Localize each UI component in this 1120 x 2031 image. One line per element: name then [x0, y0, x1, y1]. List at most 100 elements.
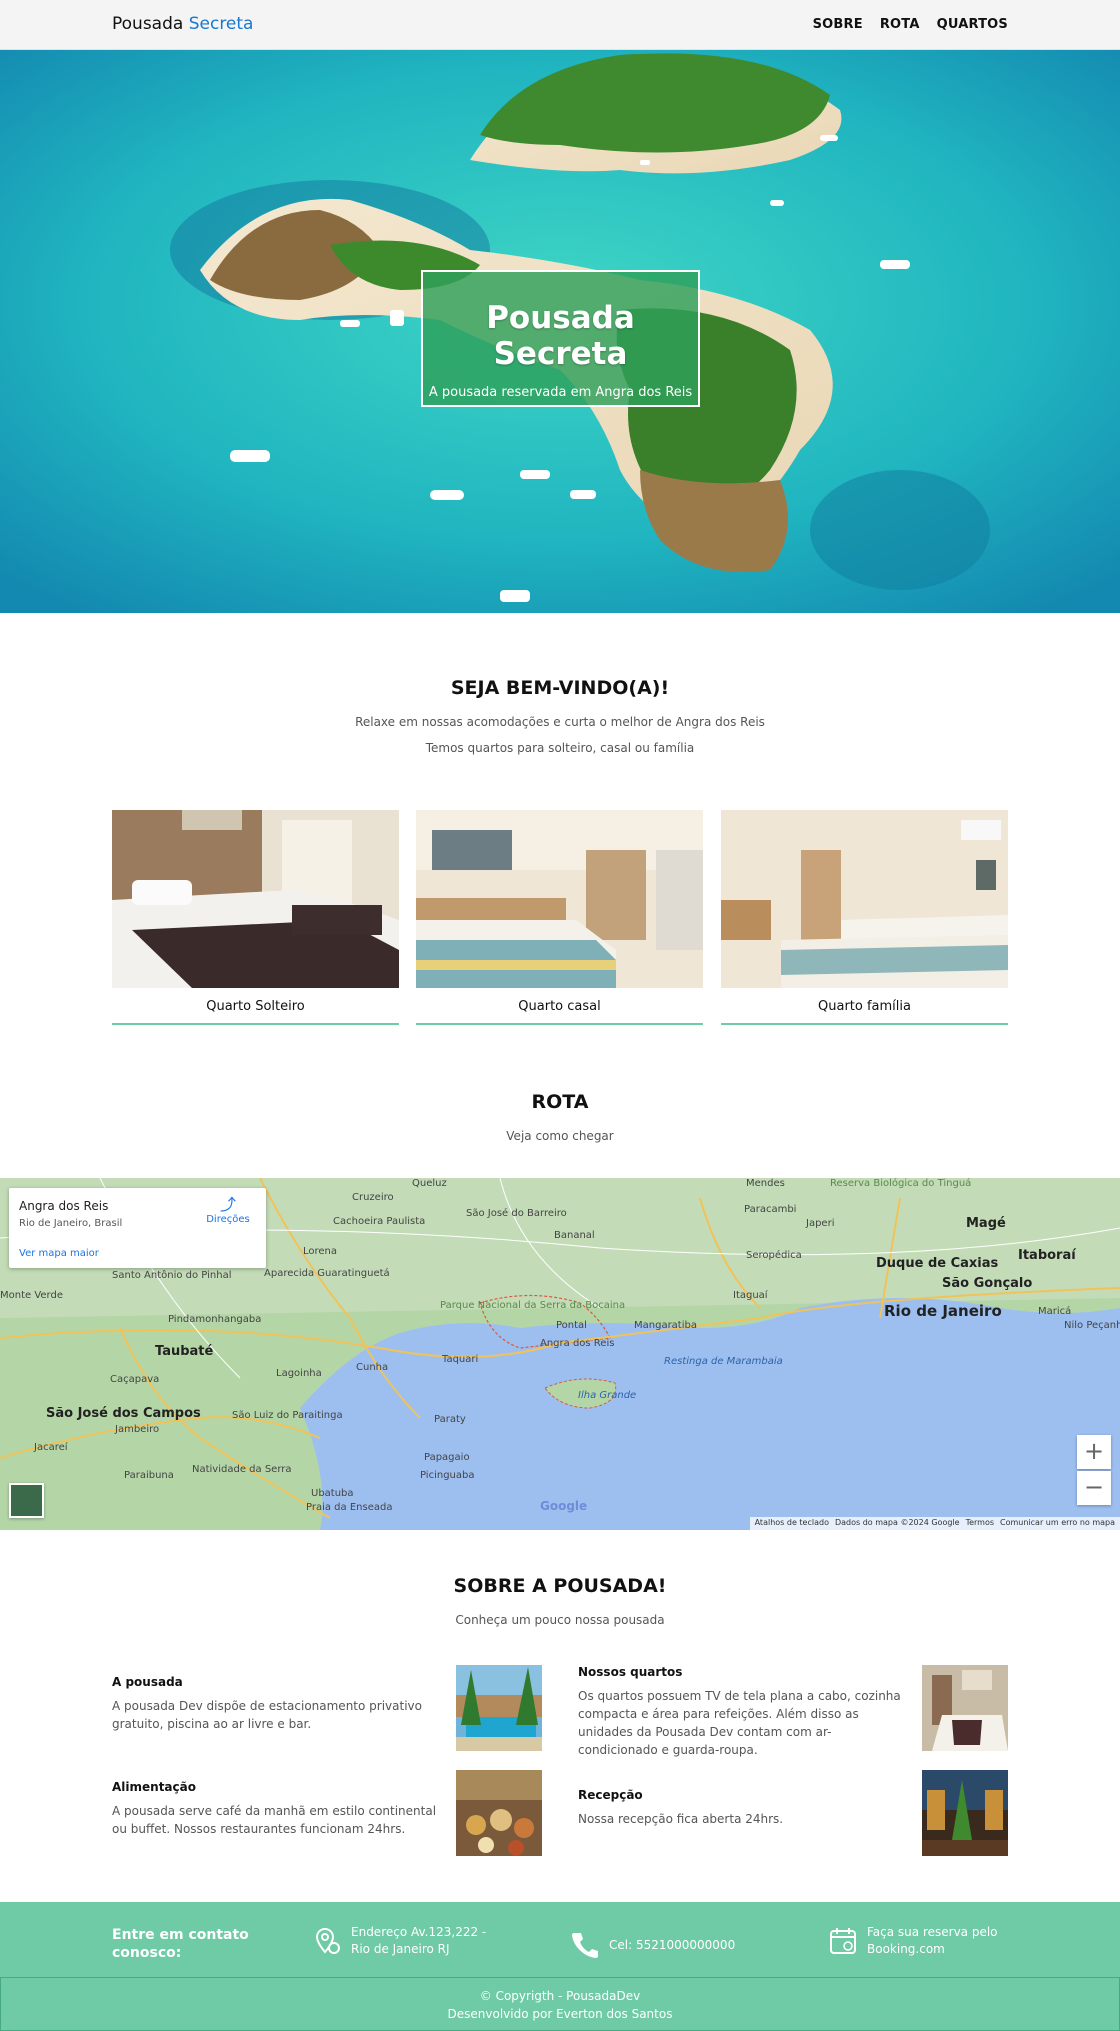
map-label-lagoinha: Lagoinha [276, 1368, 322, 1379]
feature-recepcao: Recepção Nossa recepção fica aberta 24hr… [578, 1770, 1008, 1856]
room-label-casal: Quarto casal [416, 999, 703, 1025]
address-line2: Rio de Janeiro RJ [351, 1942, 450, 1956]
map-label-jacarei: Jacareí [34, 1442, 68, 1453]
map-label-sao-goncalo: São Gonçalo [942, 1276, 1033, 1291]
footer-address: Endereço Av.123,222 - Rio de Janeiro RJ [312, 1924, 486, 1958]
feature-text: Nossa recepção fica aberta 24hrs. [578, 1812, 784, 1826]
room-label-familia: Quarto família [721, 999, 1008, 1025]
map-label-natividade: Natividade da Serra [192, 1464, 292, 1475]
feature-pousada: A pousada A pousada Dev dispõe de estaci… [112, 1665, 542, 1751]
footer-phone: Cel: 5521000000000 [570, 1930, 735, 1960]
map-label-parque: Parque Nacional da Serra da Bocaina [440, 1300, 626, 1311]
map-label-lorena: Lorena [303, 1246, 338, 1257]
directions-icon: ⤴ [219, 1195, 236, 1214]
map-label-ilha-grande: Ilha Grande [578, 1390, 637, 1401]
terms-link[interactable]: Termos [966, 1518, 994, 1529]
map-label-guaratingueta: Aparecida Guaratinguetá [264, 1268, 390, 1279]
feature-photo-pool [456, 1665, 542, 1751]
directions-button[interactable]: ⤴ Direções [206, 1195, 250, 1226]
map-label-sao-luiz: São Luiz do Paraitinga [232, 1410, 343, 1421]
map-label-sao-jose-barreiro: São José do Barreiro [466, 1208, 567, 1219]
room-card-familia[interactable]: Quarto família [721, 810, 1008, 1025]
room-card-solteiro[interactable]: Quarto Solteiro [112, 810, 399, 1025]
feature-text: A pousada serve café da manhã em estilo … [112, 1804, 437, 1836]
map-label-nilo: Nilo Peçanha [1064, 1320, 1120, 1331]
keyboard-shortcuts-link[interactable]: Atalhos de teclado [755, 1518, 829, 1529]
map-label-monte-verde: Monte Verde [0, 1290, 63, 1301]
map-label-mage: Magé [966, 1216, 1006, 1231]
map-label-pontal: Pontal [556, 1320, 587, 1331]
brand-accent: Secreta [188, 14, 254, 34]
calendar-icon [830, 1928, 856, 1954]
route-subtitle: Veja como chegar [506, 1129, 614, 1143]
room-photo-familia [721, 810, 1008, 988]
hero-banner: Pousada Secreta A pousada reservada em A… [0, 50, 1120, 613]
welcome-line1: Relaxe em nossas acomodações e curta o m… [355, 715, 765, 729]
feature-text: A pousada Dev dispõe de estacionamento p… [112, 1699, 422, 1731]
copyright-text: © Copyrigth - PousadaDev [479, 1989, 641, 2003]
map-label-sao-jose: São José dos Campos [46, 1406, 201, 1421]
footer-copyright-bar: © Copyrigth - PousadaDev Desenvolvido po… [0, 1977, 1120, 2031]
brand-main: Pousada [112, 14, 184, 34]
map-label-paracambi: Paracambi [744, 1204, 797, 1215]
map-label-itaguai: Itaguaí [733, 1290, 768, 1301]
map-label-mangaratiba: Mangaratiba [634, 1320, 697, 1331]
map-label-paraibuna: Paraibuna [124, 1470, 174, 1481]
google-logo: Google [540, 1499, 588, 1513]
map-label-angra: Angra dos Reis [540, 1338, 615, 1349]
about-title: SOBRE A POUSADA! [453, 1575, 667, 1597]
map-label-cachoeira: Cachoeira Paulista [333, 1216, 426, 1227]
feature-photo-buffet [456, 1770, 542, 1856]
room-card-casal[interactable]: Quarto casal [416, 810, 703, 1025]
map-label-bananal: Bananal [554, 1230, 595, 1241]
map-label-santo-antonio: Santo Antônio do Pinhal [112, 1270, 232, 1281]
map-place-subtitle: Rio de Janeiro, Brasil [19, 1218, 123, 1229]
zoom-in-button[interactable]: + [1077, 1435, 1111, 1469]
welcome-line2: Temos quartos para solteiro, casal ou fa… [425, 741, 695, 755]
map-label-taquari: Taquari [442, 1354, 479, 1365]
nav-sobre[interactable]: SOBRE [813, 17, 863, 32]
google-map-embed[interactable]: Queluz Cruzeiro Cachoeira Paulista Loren… [0, 1178, 1120, 1530]
map-label-queluz: Queluz [412, 1178, 447, 1189]
booking-line1: Faça sua reserva pelo [867, 1925, 998, 1939]
map-label-cacapava: Caçapava [110, 1374, 160, 1385]
map-label-reserva: Reserva Biológica do Tinguá [830, 1178, 972, 1189]
feature-photo-room [922, 1665, 1008, 1751]
footer-contact-title: Entre em contato conosco: [112, 1927, 249, 1961]
map-label-duque: Duque de Caxias [876, 1256, 999, 1271]
footer-booking[interactable]: Faça sua reserva pelo Booking.com [828, 1924, 998, 1958]
map-label-picinguaba: Picinguaba [420, 1470, 475, 1481]
map-label-seropedica: Seropédica [746, 1250, 802, 1261]
welcome-title: SEJA BEM-VINDO(A)! [450, 677, 670, 699]
phone-number: Cel: 5521000000000 [609, 1937, 736, 1952]
nav-quartos[interactable]: QUARTOS [937, 17, 1008, 32]
feature-text: Os quartos possuem TV de tela plana a ca… [578, 1689, 901, 1757]
location-icon [315, 1927, 340, 1954]
map-place-card: Angra dos Reis Rio de Janeiro, Brasil Ve… [9, 1188, 266, 1268]
map-data-text: Dados do mapa ©2024 Google [834, 1518, 960, 1527]
map-label-marica: Maricá [1038, 1306, 1072, 1317]
feature-alimentacao: Alimentação A pousada serve café da manh… [112, 1770, 542, 1856]
zoom-out-button[interactable]: − [1077, 1471, 1111, 1505]
map-label-itaborai: Itaboraí [1018, 1248, 1076, 1263]
map-label-papagaio: Papagaio [424, 1452, 470, 1463]
map-label-restinga: Restinga de Marambaia [664, 1356, 783, 1367]
phone-icon [572, 1933, 598, 1958]
route-title: ROTA [531, 1091, 589, 1113]
map-label-praia-enseada: Praia da Enseada [306, 1502, 393, 1513]
larger-map-link[interactable]: Ver mapa maior [19, 1248, 99, 1259]
map-attribution: Atalhos de teclado Dados do mapa ©2024 G… [749, 1517, 1120, 1530]
hero-title: Pousada Secreta [486, 300, 635, 372]
hero-subtitle: A pousada reservada em Angra dos Reis [428, 385, 693, 400]
report-error-link[interactable]: Comunicar um erro no mapa [1000, 1518, 1115, 1529]
room-photo-casal [416, 810, 703, 988]
map-satellite-toggle[interactable] [9, 1483, 44, 1518]
nav-rota[interactable]: ROTA [880, 17, 920, 32]
brand-logo[interactable]: Pousada Secreta [112, 14, 253, 34]
footer-contact-bar: Entre em contato conosco: Endereço Av.12… [0, 1902, 1120, 1978]
map-label-cruzeiro: Cruzeiro [352, 1192, 394, 1203]
map-label-japeri: Japeri [806, 1218, 835, 1229]
main-nav: SOBRE ROTA QUARTOS [813, 17, 1008, 32]
map-label-mendes: Mendes [746, 1178, 785, 1189]
footer: Entre em contato conosco: Endereço Av.12… [0, 1902, 1120, 2031]
